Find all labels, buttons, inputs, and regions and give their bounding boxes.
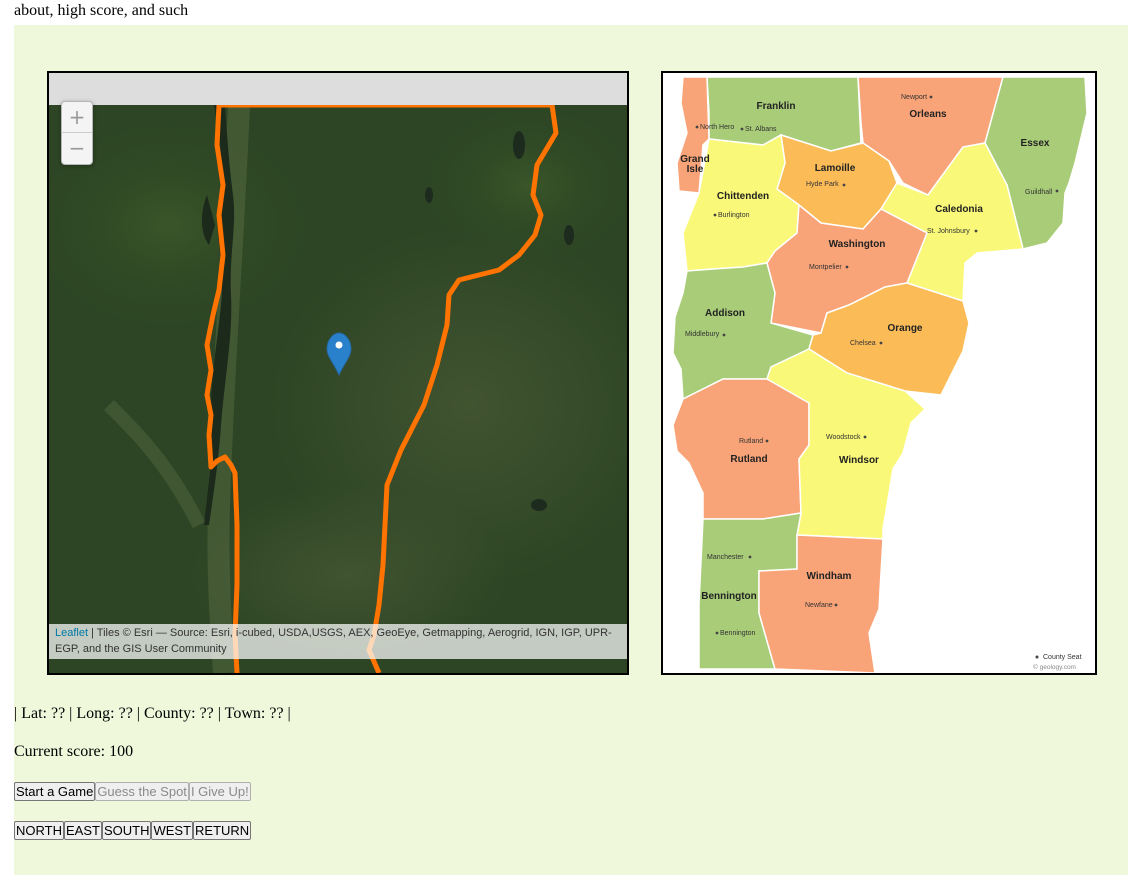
current-score: Current score: 100 — [14, 743, 134, 760]
attribution-text: | Tiles © Esri — Source: Esri, i-cubed, … — [55, 627, 612, 655]
north-button[interactable]: NORTH — [14, 821, 64, 840]
legend-county-seat: County Seat — [1043, 654, 1082, 661]
town-newport: Newport — [901, 94, 927, 101]
town-rutland: Rutland — [739, 438, 763, 445]
return-button[interactable]: RETURN — [193, 821, 252, 840]
west-button[interactable]: WEST — [151, 821, 194, 840]
east-button[interactable]: EAST — [63, 821, 102, 840]
town-manchester: Manchester — [707, 554, 744, 561]
town-hyde-park: Hyde Park — [806, 181, 839, 188]
give-up-button[interactable]: I Give Up! — [188, 782, 251, 801]
south-button[interactable]: SOUTH — [101, 821, 152, 840]
label-orleans: Orleans — [909, 109, 947, 120]
label-orange: Orange — [887, 323, 922, 334]
town-montpelier: Montpelier — [809, 264, 842, 271]
town-st-albans: St. Albans — [745, 126, 777, 133]
label-caledonia: Caledonia — [935, 204, 983, 215]
zoom-control: + − — [61, 101, 93, 165]
label-addison: Addison — [705, 308, 745, 319]
town-middlebury: Middlebury — [685, 331, 720, 338]
zoom-out-button[interactable]: − — [62, 133, 92, 163]
leaflet-link[interactable]: Leaflet — [55, 627, 88, 639]
direction-controls: NORTH EAST SOUTH WEST RETURN — [14, 821, 252, 840]
label-windham: Windham — [807, 571, 852, 582]
game-panel: + − Leaflet | Tiles © Esri — Source: Esr… — [14, 25, 1128, 875]
label-bennington: Bennington — [701, 591, 757, 602]
label-franklin: Franklin — [757, 101, 796, 112]
guess-spot-button[interactable]: Guess the Spot — [95, 782, 189, 801]
map-credit: © geology.com — [1033, 663, 1076, 671]
label-rutland: Rutland — [730, 454, 767, 465]
map-attribution: Leaflet | Tiles © Esri — Source: Esri, i… — [49, 624, 627, 659]
game-controls: Start a Game Guess the Spot I Give Up! — [14, 782, 251, 801]
town-north-hero: North Hero — [700, 124, 734, 131]
label-windsor: Windsor — [839, 455, 879, 466]
satellite-tiles[interactable] — [49, 105, 627, 673]
town-woodstock: Woodstock — [826, 434, 861, 441]
town-bennington: Bennington — [720, 630, 756, 637]
town-chelsea: Chelsea — [850, 340, 876, 347]
location-status: | Lat: ?? | Long: ?? | County: ?? | Town… — [14, 705, 291, 722]
start-game-button[interactable]: Start a Game — [14, 782, 96, 801]
intro-text: about, high score, and such — [14, 2, 189, 19]
label-essex: Essex — [1021, 138, 1050, 149]
town-newfane: Newfane — [805, 602, 833, 609]
county-map: Franklin Orleans Essex Grand Isle Lamoil… — [661, 71, 1097, 675]
town-guildhall: Guildhall — [1025, 189, 1053, 196]
zoom-in-button[interactable]: + — [62, 102, 92, 133]
label-grand-isle-2: Isle — [687, 164, 704, 175]
label-chittenden: Chittenden — [717, 191, 769, 202]
label-lamoille: Lamoille — [815, 163, 856, 174]
town-st-johnsbury: St. Johnsbury — [927, 228, 970, 235]
town-burlington: Burlington — [718, 212, 750, 219]
satellite-map[interactable]: + − Leaflet | Tiles © Esri — Source: Esr… — [47, 71, 629, 675]
label-washington: Washington — [829, 239, 886, 250]
